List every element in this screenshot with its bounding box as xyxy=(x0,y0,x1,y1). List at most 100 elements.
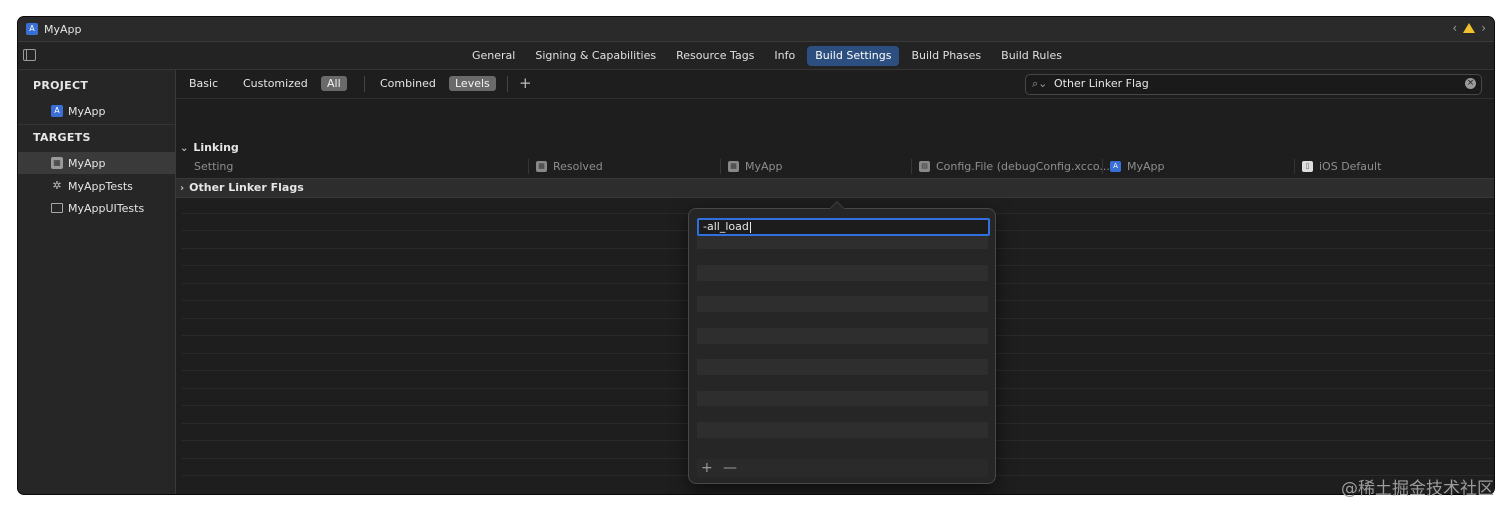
linker-flags-popover: -all_load + — xyxy=(688,201,996,484)
clear-search-icon[interactable]: × xyxy=(1465,78,1476,89)
sidebar-item-target-myapp[interactable]: ▦ MyApp xyxy=(18,152,175,174)
column-separator xyxy=(720,159,721,174)
ios-default-icon: ▯ xyxy=(1302,161,1313,172)
flag-value: -all_load xyxy=(703,220,749,233)
sidebar-item-label: MyAppTests xyxy=(68,179,133,193)
flag-edit-field[interactable]: -all_load xyxy=(697,218,990,236)
column-project-myapp: A MyApp xyxy=(1102,159,1165,174)
list-item[interactable] xyxy=(697,327,988,344)
app-target-icon: ▦ xyxy=(728,161,739,172)
setting-name: Other Linker Flags xyxy=(189,181,304,194)
list-item[interactable] xyxy=(697,344,988,360)
editor-tabs: General Signing & Capabilities Resource … xyxy=(464,46,1070,66)
section-linking[interactable]: ⌄ Linking xyxy=(180,141,239,154)
remove-flag-button[interactable]: — xyxy=(723,459,737,477)
flags-list[interactable] xyxy=(697,218,988,458)
chevron-right-icon[interactable]: › xyxy=(1481,21,1486,35)
watermark: @稀土掘金技术社区 xyxy=(1341,479,1494,499)
list-item[interactable] xyxy=(697,233,988,250)
sidebar-item-label: MyAppUITests xyxy=(68,201,145,215)
tab-general[interactable]: General xyxy=(464,46,523,66)
column-separator xyxy=(911,159,912,174)
sidebar-item-project-myapp[interactable]: A MyApp xyxy=(18,100,175,122)
column-separator xyxy=(1294,159,1295,174)
list-item[interactable] xyxy=(697,296,988,313)
column-separator xyxy=(1102,159,1103,174)
warning-icon[interactable] xyxy=(1463,23,1476,33)
list-item[interactable] xyxy=(697,390,988,407)
popover-footer: + — xyxy=(697,459,988,477)
list-item[interactable] xyxy=(697,359,988,375)
list-item[interactable] xyxy=(697,312,988,328)
filter-separator xyxy=(507,76,508,92)
sidebar-divider xyxy=(18,124,175,125)
sidebar-item-target-myappuitests[interactable]: MyAppUITests xyxy=(18,197,175,219)
targets-header: TARGETS xyxy=(33,131,91,144)
section-title: Linking xyxy=(193,141,239,154)
column-ios-default: ▯ iOS Default xyxy=(1294,159,1382,174)
editor-tab-bar: General Signing & Capabilities Resource … xyxy=(18,42,1494,70)
chevron-down-icon[interactable]: ⌄ xyxy=(180,143,188,154)
filter-levels[interactable]: Levels xyxy=(449,76,496,91)
filter-separator xyxy=(364,76,365,92)
search-input[interactable]: Other Linker Flag xyxy=(1054,77,1149,90)
project-navigator: PROJECT A MyApp TARGETS ▦ MyApp ✲ MyAppT… xyxy=(18,70,176,494)
search-field[interactable]: ⌕⌄ Other Linker Flag × xyxy=(1025,74,1482,95)
add-flag-button[interactable]: + xyxy=(701,459,713,477)
tab-build-phases[interactable]: Build Phases xyxy=(903,46,989,66)
popover-arrow xyxy=(829,201,845,209)
window-title: MyApp xyxy=(44,22,82,36)
column-setting: Setting xyxy=(194,159,233,174)
sidebar-item-label: MyApp xyxy=(68,156,106,170)
column-separator xyxy=(528,159,529,174)
filter-all[interactable]: All xyxy=(321,76,347,91)
column-label: Setting xyxy=(194,160,234,173)
gear-icon: ✲ xyxy=(52,179,62,192)
column-label: Config.File (debugConfig.xcco... xyxy=(936,160,1110,173)
filter-bar: Basic Customized All Combined Levels + ⌕… xyxy=(176,70,1494,99)
column-label: MyApp xyxy=(1127,160,1165,173)
title-bar: A MyApp ‹ › xyxy=(18,17,1494,42)
project-icon: A xyxy=(51,105,63,117)
filter-basic[interactable]: Basic xyxy=(183,76,224,91)
list-item[interactable] xyxy=(697,265,988,281)
filter-customized[interactable]: Customized xyxy=(237,76,314,91)
project-icon: A xyxy=(1110,161,1121,172)
filter-combined[interactable]: Combined xyxy=(374,76,442,91)
list-item[interactable] xyxy=(697,249,988,265)
sidebar-toggle-icon[interactable] xyxy=(23,49,36,61)
tab-resource-tags[interactable]: Resource Tags xyxy=(668,46,762,66)
add-setting-button[interactable]: + xyxy=(519,74,532,92)
setting-label: › Other Linker Flags xyxy=(180,181,304,194)
tab-build-rules[interactable]: Build Rules xyxy=(993,46,1070,66)
column-target-myapp: ▦ MyApp xyxy=(720,159,783,174)
xcode-window: A MyApp ‹ › General Signing & Capabiliti… xyxy=(18,17,1494,494)
list-item[interactable] xyxy=(697,375,988,391)
search-icon: ⌕⌄ xyxy=(1032,77,1048,90)
sidebar-item-target-myapptests[interactable]: ✲ MyAppTests xyxy=(18,175,175,197)
tab-signing-capabilities[interactable]: Signing & Capabilities xyxy=(527,46,664,66)
title-controls: ‹ › xyxy=(1452,21,1486,35)
column-label: iOS Default xyxy=(1319,160,1382,173)
setting-row-other-linker-flags[interactable]: › Other Linker Flags xyxy=(176,178,1494,198)
build-settings-editor: Basic Customized All Combined Levels + ⌕… xyxy=(176,70,1494,494)
column-resolved: ▦ Resolved xyxy=(528,159,603,174)
tab-build-settings[interactable]: Build Settings xyxy=(807,46,900,66)
app-icon: A xyxy=(26,23,38,35)
list-item[interactable] xyxy=(697,438,988,454)
chevron-left-icon[interactable]: ‹ xyxy=(1452,21,1457,35)
list-item[interactable] xyxy=(697,281,988,297)
column-label: MyApp xyxy=(745,160,783,173)
app-target-icon: ▦ xyxy=(51,157,63,169)
list-item[interactable] xyxy=(697,421,988,438)
resolved-icon: ▦ xyxy=(536,161,547,172)
column-label: Resolved xyxy=(553,160,603,173)
tab-info[interactable]: Info xyxy=(766,46,803,66)
chevron-right-icon[interactable]: › xyxy=(180,183,184,194)
list-item[interactable] xyxy=(697,406,988,422)
text-caret xyxy=(749,221,751,233)
column-config-file: ▤ Config.File (debugConfig.xcco... xyxy=(911,159,1110,174)
sidebar-item-label: MyApp xyxy=(68,104,106,118)
monitor-icon xyxy=(51,203,63,213)
config-file-icon: ▤ xyxy=(919,161,930,172)
